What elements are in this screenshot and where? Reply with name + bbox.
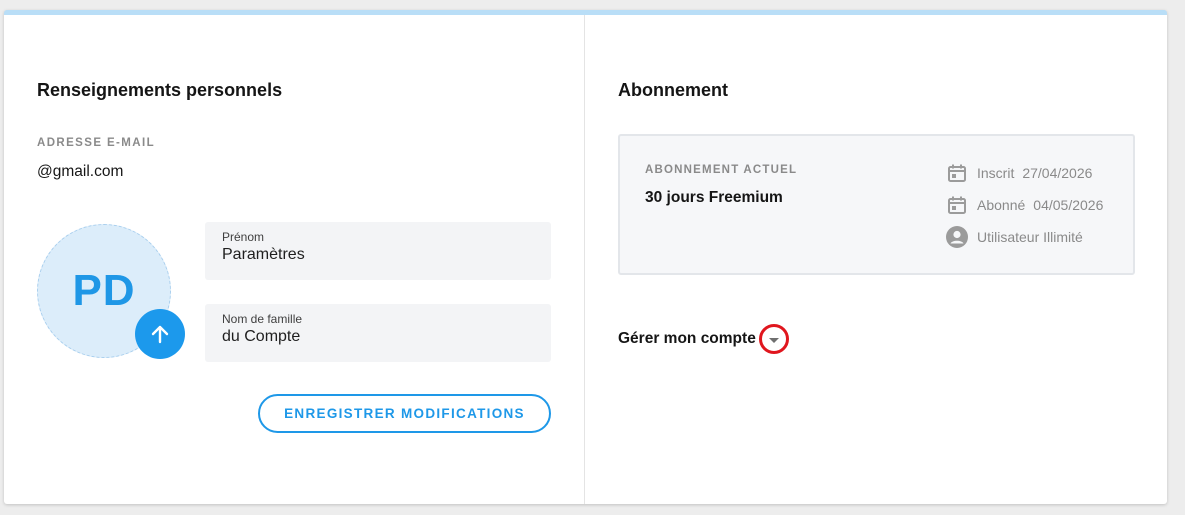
user-icon bbox=[946, 226, 968, 248]
personal-info-title: Renseignements personnels bbox=[37, 80, 283, 100]
user-type: Utilisateur Illimité bbox=[977, 229, 1083, 245]
subscribed-date: 04/05/2026 bbox=[1033, 197, 1104, 213]
avatar-initials: PD bbox=[72, 266, 136, 315]
last-name-label: Nom de famille bbox=[222, 312, 303, 326]
email-value: @gmail.com bbox=[37, 163, 124, 180]
account-card: Renseignements personnels ADRESSE E-MAIL… bbox=[4, 10, 1167, 504]
column-divider bbox=[584, 15, 585, 504]
calendar-icon bbox=[946, 162, 968, 184]
subscription-box: ABONNEMENT ACTUEL 30 jours Freemium Insc… bbox=[618, 134, 1135, 275]
current-subscription-label: ABONNEMENT ACTUEL bbox=[645, 164, 798, 176]
user-type-row: Utilisateur Illimité bbox=[946, 226, 1083, 248]
registered-label: Inscrit bbox=[977, 165, 1015, 181]
subscribed-label: Abonné bbox=[977, 197, 1026, 213]
last-name-field[interactable]: Nom de famille bbox=[205, 304, 551, 362]
manage-account-toggle[interactable]: Gérer mon compte bbox=[618, 324, 789, 354]
upload-avatar-button[interactable] bbox=[135, 309, 185, 359]
chevron-down-icon bbox=[768, 337, 779, 343]
first-name-input[interactable] bbox=[222, 246, 532, 264]
first-name-label: Prénom bbox=[222, 230, 265, 244]
manage-account-label: Gérer mon compte bbox=[618, 330, 756, 347]
save-changes-button[interactable]: ENREGISTRER MODIFICATIONS bbox=[258, 394, 551, 433]
manage-account-dropdown-button[interactable] bbox=[758, 324, 789, 354]
first-name-field[interactable]: Prénom bbox=[205, 222, 551, 280]
arrow-up-icon bbox=[151, 325, 169, 344]
email-label: ADRESSE E-MAIL bbox=[37, 137, 155, 149]
registered-date: 27/04/2026 bbox=[1022, 165, 1093, 181]
subscribed-row: Abonné 04/05/2026 bbox=[946, 194, 1103, 216]
calendar-icon bbox=[946, 194, 968, 216]
last-name-input[interactable] bbox=[222, 328, 532, 346]
subscription-plan: 30 jours Freemium bbox=[645, 189, 783, 206]
registered-row: Inscrit 27/04/2026 bbox=[946, 162, 1092, 184]
subscription-title: Abonnement bbox=[618, 80, 728, 100]
